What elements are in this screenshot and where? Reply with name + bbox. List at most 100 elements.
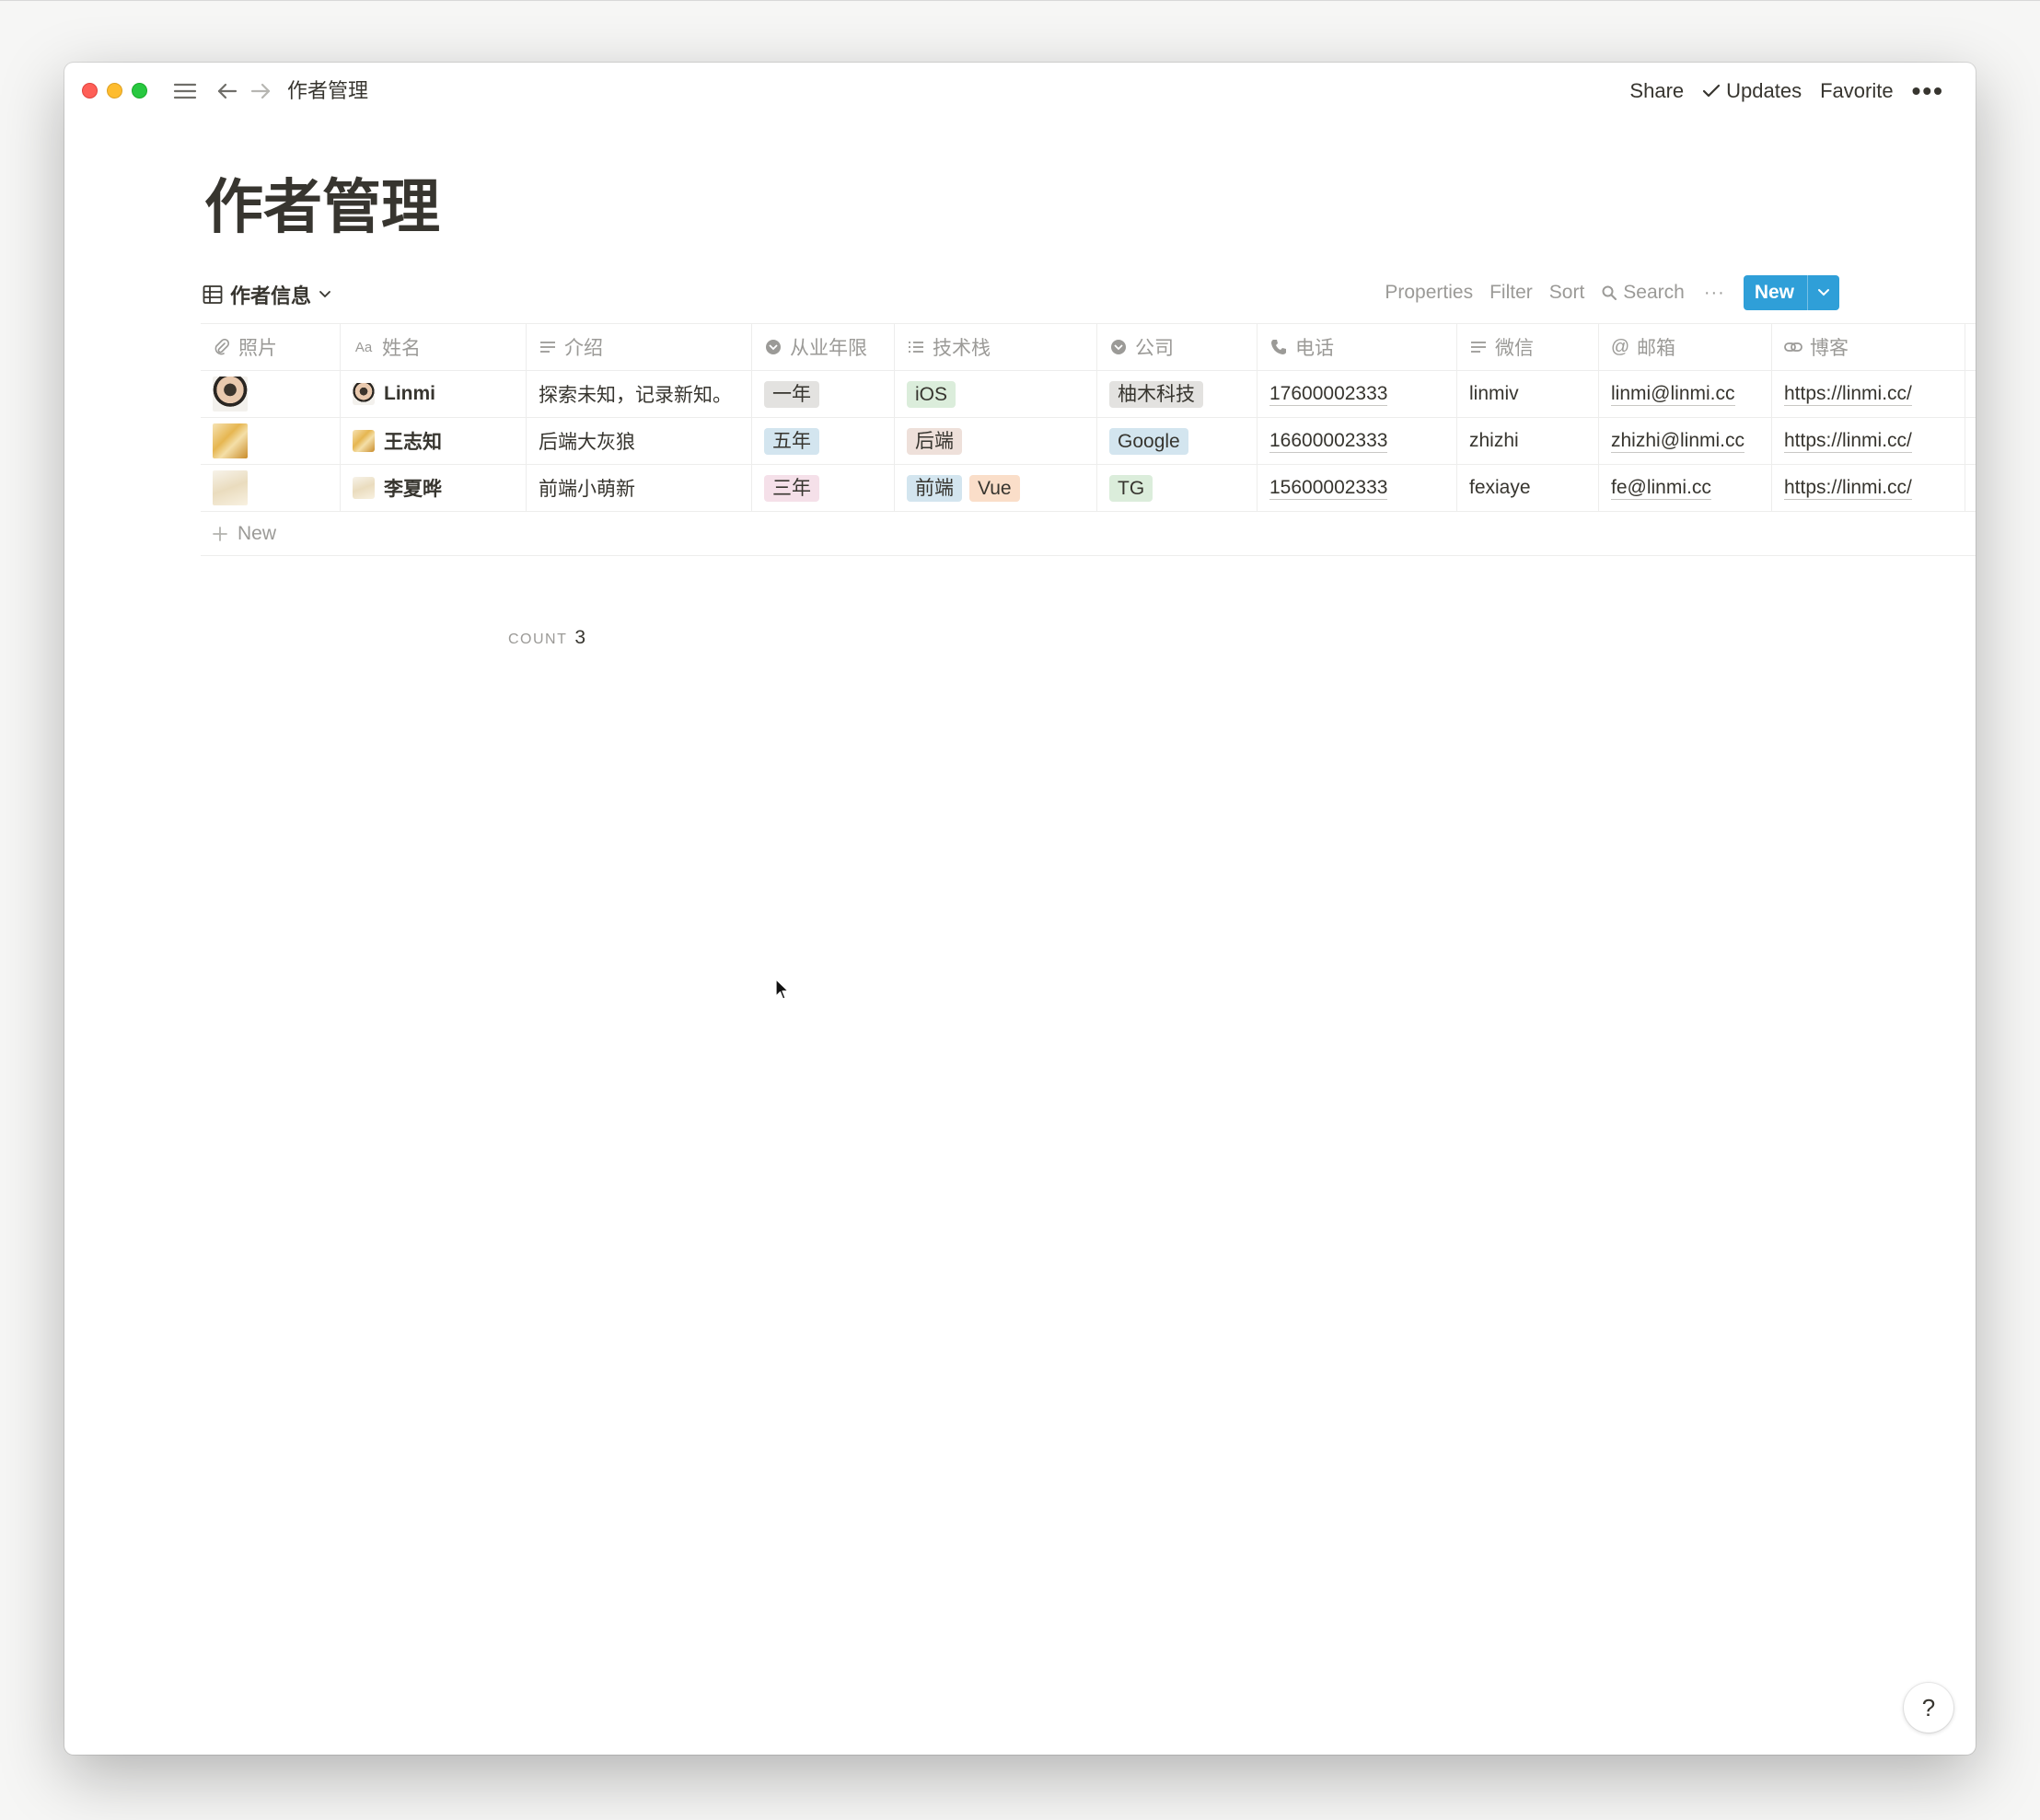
- company-cell[interactable]: 柚木科技: [1097, 371, 1258, 417]
- blog-link[interactable]: https://linmi.cc/: [1784, 430, 1912, 453]
- column-header-name[interactable]: Aa 姓名: [341, 324, 527, 370]
- column-header-label: 从业年限: [790, 338, 867, 359]
- stack-cell[interactable]: iOS: [895, 371, 1097, 417]
- stack-cell[interactable]: 前端 Vue: [895, 465, 1097, 511]
- column-header-intro[interactable]: 介绍: [527, 324, 752, 370]
- photo-cell[interactable]: [201, 418, 341, 464]
- filter-button[interactable]: Filter: [1481, 276, 1541, 309]
- column-header-label: 邮箱: [1637, 338, 1675, 359]
- column-header-photo[interactable]: 照片: [201, 324, 341, 370]
- email-link[interactable]: linmi@linmi.cc: [1611, 383, 1735, 406]
- link-icon: [1784, 338, 1802, 356]
- column-header-company[interactable]: 公司: [1097, 324, 1258, 370]
- blog-cell[interactable]: https://linmi.cc/: [1772, 418, 1965, 464]
- name-cell[interactable]: 王志知: [341, 418, 527, 464]
- table-row[interactable]: 王志知 后端大灰狼 五年 后端 Google 16600002333 zhizh…: [201, 418, 1976, 465]
- phone-link[interactable]: 17600002333: [1269, 383, 1388, 406]
- company-cell[interactable]: TG: [1097, 465, 1258, 511]
- maximize-window-button[interactable]: [132, 83, 147, 99]
- new-record-label[interactable]: New: [1744, 275, 1807, 310]
- table-row[interactable]: 李夏晔 前端小萌新 三年 前端 Vue TG 15600002333 fexiay…: [201, 465, 1976, 512]
- sort-button[interactable]: Sort: [1541, 276, 1594, 309]
- blog-cell[interactable]: https://linmi.cc/: [1772, 371, 1965, 417]
- wechat-cell[interactable]: linmiv: [1457, 371, 1599, 417]
- view-selector[interactable]: 作者信息: [203, 276, 331, 313]
- email-link[interactable]: zhizhi@linmi.cc: [1611, 430, 1745, 453]
- close-window-button[interactable]: [82, 83, 98, 99]
- breadcrumb[interactable]: 作者管理: [287, 76, 368, 106]
- years-cell[interactable]: 一年: [752, 371, 895, 417]
- table-row[interactable]: Linmi 探索未知，记录新知。 一年 iOS 柚木科技 17600002333…: [201, 371, 1976, 418]
- properties-button[interactable]: Properties: [1376, 276, 1481, 309]
- new-row-label: New: [238, 522, 277, 544]
- email-cell[interactable]: linmi@linmi.cc: [1599, 371, 1772, 417]
- mouse-cursor-icon: [775, 979, 790, 1005]
- screen-top-line: [0, 0, 2040, 1]
- phone-cell[interactable]: 16600002333: [1258, 418, 1457, 464]
- years-tag: 一年: [764, 380, 819, 408]
- photo-cell[interactable]: [201, 465, 341, 511]
- share-button[interactable]: Share: [1620, 75, 1693, 108]
- help-button[interactable]: ?: [1904, 1683, 1953, 1733]
- phone-link[interactable]: 15600002333: [1269, 477, 1388, 500]
- page-icon: [353, 430, 375, 452]
- favorite-button[interactable]: Favorite: [1811, 75, 1902, 108]
- database-table: 照片 Aa 姓名 介绍 从业年限 技术栈 公司 电话 微信 @ 邮箱 博客 Li…: [201, 323, 1976, 556]
- column-header-label: 照片: [238, 338, 277, 359]
- column-header-label: 微信: [1495, 338, 1534, 359]
- search-icon: [1602, 285, 1617, 300]
- column-header-wechat[interactable]: 微信: [1457, 324, 1599, 370]
- view-name: 作者信息: [230, 284, 312, 307]
- view-more-icon[interactable]: ···: [1693, 279, 1736, 307]
- blog-cell[interactable]: https://linmi.cc/: [1772, 465, 1965, 511]
- wechat-cell[interactable]: zhizhi: [1457, 418, 1599, 464]
- more-options-icon[interactable]: •••: [1903, 75, 1953, 108]
- photo-cell[interactable]: [201, 371, 341, 417]
- name-cell[interactable]: 李夏晔: [341, 465, 527, 511]
- column-header-phone[interactable]: 电话: [1258, 324, 1457, 370]
- page-title[interactable]: 作者管理: [204, 168, 440, 246]
- blog-link[interactable]: https://linmi.cc/: [1784, 383, 1912, 406]
- minimize-window-button[interactable]: [107, 83, 122, 99]
- phone-icon: [1269, 338, 1288, 356]
- sidebar-menu-icon[interactable]: [172, 78, 198, 104]
- name-cell[interactable]: Linmi: [341, 371, 527, 417]
- years-cell[interactable]: 三年: [752, 465, 895, 511]
- forward-arrow-icon[interactable]: [249, 78, 272, 104]
- stack-cell[interactable]: 后端: [895, 418, 1097, 464]
- column-header-blog[interactable]: 博客: [1772, 324, 1965, 370]
- text-lines-icon: [539, 338, 557, 356]
- checkmark-icon: [1703, 84, 1721, 98]
- phone-cell[interactable]: 15600002333: [1258, 465, 1457, 511]
- intro-cell[interactable]: 前端小萌新: [527, 465, 752, 511]
- new-dropdown-chevron-icon[interactable]: [1807, 275, 1839, 310]
- updates-button[interactable]: Updates: [1693, 75, 1811, 108]
- new-record-button[interactable]: New: [1743, 275, 1839, 310]
- column-header-stack[interactable]: 技术栈: [895, 324, 1097, 370]
- stack-tag: iOS: [907, 380, 956, 408]
- company-cell[interactable]: Google: [1097, 418, 1258, 464]
- select-icon: [764, 338, 782, 356]
- page-icon: [353, 477, 375, 499]
- back-arrow-icon[interactable]: [215, 78, 239, 104]
- email-cell[interactable]: zhizhi@linmi.cc: [1599, 418, 1772, 464]
- blog-link[interactable]: https://linmi.cc/: [1784, 477, 1912, 500]
- column-header-email[interactable]: @ 邮箱: [1599, 324, 1772, 370]
- search-label: Search: [1623, 282, 1685, 303]
- chevron-down-icon: [319, 291, 330, 298]
- add-new-row-button[interactable]: New: [201, 512, 1976, 556]
- search-button[interactable]: Search: [1593, 276, 1693, 309]
- email-cell[interactable]: fe@linmi.cc: [1599, 465, 1772, 511]
- years-cell[interactable]: 五年: [752, 418, 895, 464]
- phone-link[interactable]: 16600002333: [1269, 430, 1388, 453]
- company-tag: 柚木科技: [1109, 380, 1203, 408]
- count-footer[interactable]: COUNT 3: [508, 627, 585, 649]
- column-header-years[interactable]: 从业年限: [752, 324, 895, 370]
- years-tag: 三年: [764, 474, 819, 502]
- plus-icon: [213, 526, 227, 541]
- email-link[interactable]: fe@linmi.cc: [1611, 477, 1711, 500]
- intro-cell[interactable]: 探索未知，记录新知。: [527, 371, 752, 417]
- wechat-cell[interactable]: fexiaye: [1457, 465, 1599, 511]
- intro-cell[interactable]: 后端大灰狼: [527, 418, 752, 464]
- phone-cell[interactable]: 17600002333: [1258, 371, 1457, 417]
